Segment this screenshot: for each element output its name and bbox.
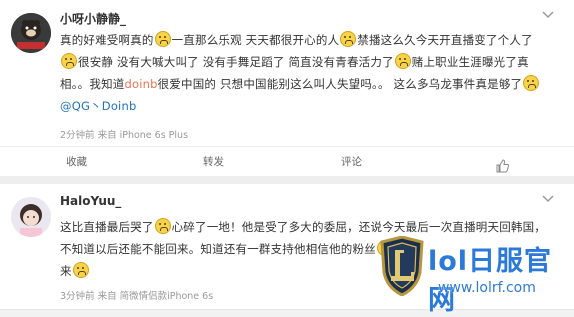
post-text-segment: 禁播这么久今天开直播变了个人了 — [357, 33, 533, 47]
watermark-title: lol日服官网 — [428, 246, 553, 316]
favorite-button[interactable]: 收藏 — [66, 147, 87, 177]
avatar[interactable] — [11, 197, 51, 237]
sad-face-emoji-icon — [394, 53, 411, 69]
comment-button[interactable]: 评论 — [341, 147, 362, 177]
post-text-segment: 很安静 没有大喊大叫了 没有手舞足蹈了 简直没有青春活力了 — [78, 55, 394, 69]
watermark-url: www.lolrf.com — [438, 280, 536, 296]
post-text-segment: 真的好难受啊真的 — [60, 33, 154, 47]
post-text: 真的好难受啊真的 一直那么乐观 天天都很开心的人 禁播这么久今天开直播变了个人了很安… — [60, 29, 550, 117]
username[interactable]: HaloYuu_ — [60, 194, 121, 208]
avatar[interactable] — [11, 13, 51, 53]
weibo-post-1: 小呀小静静_ 真的好难受啊真的 一直那么乐观 天天都很开心的人 禁播这么久今天开直播… — [0, 0, 574, 177]
action-bar: 收藏 转发 评论 — [0, 146, 574, 177]
chevron-down-icon[interactable] — [541, 193, 555, 207]
mention-doinb[interactable]: doinb — [124, 77, 157, 91]
username[interactable]: 小呀小静静_ — [60, 10, 126, 27]
sad-face-emoji-icon — [523, 75, 540, 91]
post-text-segment: 来 — [60, 264, 72, 278]
sad-face-emoji-icon — [72, 262, 89, 278]
sad-face-emoji-icon — [61, 53, 77, 69]
sad-face-emoji-icon — [154, 31, 171, 47]
post-meta: 3分钟前 来自 简微情侣款iPhone 6s — [60, 291, 214, 302]
post-meta: 2分钟前 来自 iPhone 6s Plus — [60, 130, 189, 141]
post-text-segment: 这比直播最后哭了 — [60, 220, 154, 234]
repost-button[interactable]: 转发 — [203, 147, 224, 177]
post-text-segment: 一直那么乐观 天天都很开心的人 — [171, 33, 340, 47]
site-watermark: lol日服官网 www.lolrf.com — [378, 235, 574, 316]
lol-shield-logo-icon — [378, 235, 426, 297]
post-separator — [0, 176, 574, 184]
post-text-segment: 知道 — [101, 77, 125, 91]
sad-face-emoji-icon — [340, 31, 357, 47]
chevron-down-icon[interactable] — [541, 9, 555, 23]
mention-qg-doinb[interactable]: @QG丶Doinb — [60, 99, 136, 113]
sad-face-emoji-icon — [154, 218, 171, 234]
post-text-segment: 很爱中国的 只想中国能别这么叫人失望吗。。 这么多乌龙事件真是够了 — [157, 77, 523, 91]
thumbs-up-icon[interactable] — [495, 155, 510, 173]
